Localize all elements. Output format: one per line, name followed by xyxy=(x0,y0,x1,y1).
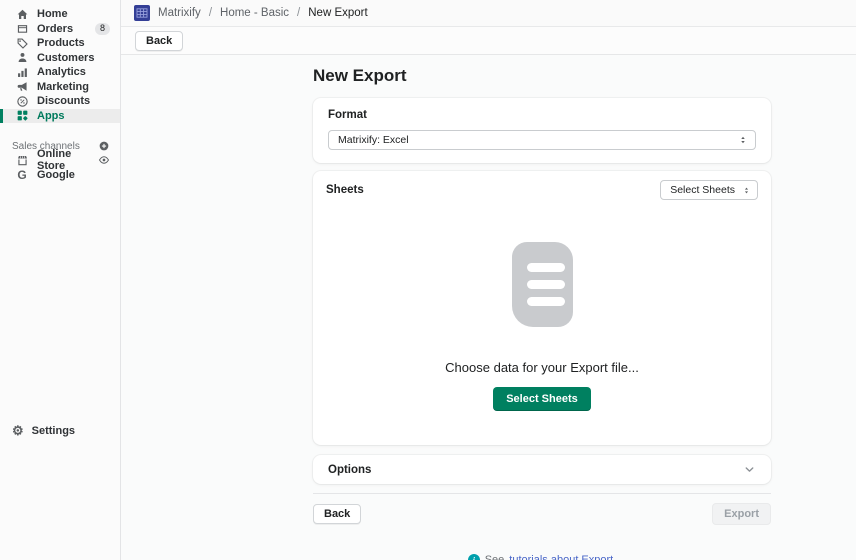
breadcrumb-current-page: New Export xyxy=(308,7,367,19)
sheets-label: Sheets xyxy=(326,184,364,196)
apps-icon xyxy=(15,109,29,123)
options-label: Options xyxy=(328,464,371,476)
sidebar-item-orders[interactable]: Orders 8 xyxy=(0,22,120,37)
marketing-icon xyxy=(15,80,29,94)
sidebar-item-label: Settings xyxy=(32,425,75,437)
matrixify-logo-icon xyxy=(134,5,150,21)
options-card[interactable]: Options xyxy=(313,455,771,484)
google-icon: G xyxy=(15,168,29,182)
breadcrumb-home-basic[interactable]: Home - Basic xyxy=(220,7,289,19)
format-label: Format xyxy=(328,109,756,121)
sheets-card: Sheets Select Sheets Choose data for xyxy=(313,171,771,445)
home-icon xyxy=(15,7,29,21)
main-navigation: Home Orders 8 Products Customers A xyxy=(0,0,120,182)
breadcrumb-separator: / xyxy=(209,7,212,19)
sidebar-item-apps[interactable]: Apps xyxy=(0,109,120,124)
products-icon xyxy=(15,36,29,50)
format-select[interactable]: Matrixify: Excel xyxy=(328,130,756,150)
updown-caret-icon xyxy=(738,134,748,146)
sidebar-item-label: Orders xyxy=(37,23,73,35)
sidebar: Home Orders 8 Products Customers A xyxy=(0,0,121,560)
sidebar-item-label: Customers xyxy=(37,52,94,64)
sheets-empty-message: Choose data for your Export file... xyxy=(445,360,639,375)
info-icon: i xyxy=(468,554,480,560)
sidebar-item-label: Analytics xyxy=(37,66,86,78)
export-button[interactable]: Export xyxy=(712,503,771,525)
sidebar-item-google[interactable]: G Google xyxy=(0,168,120,183)
tutorials-link[interactable]: tutorials about Export. xyxy=(509,554,616,560)
add-channel-icon[interactable] xyxy=(97,140,110,153)
sidebar-item-label: Google xyxy=(37,169,75,181)
gear-icon: ⚙ xyxy=(12,424,24,438)
back-toolbar: Back xyxy=(121,27,856,55)
sidebar-item-label: Marketing xyxy=(37,81,89,93)
breadcrumb-separator: / xyxy=(297,7,300,19)
footer-divider xyxy=(313,493,771,494)
back-button-bottom[interactable]: Back xyxy=(313,504,361,524)
customers-icon xyxy=(15,51,29,65)
help-prefix: See xyxy=(485,554,505,560)
store-icon xyxy=(15,153,29,167)
select-sheets-button[interactable]: Select Sheets xyxy=(493,387,591,411)
select-sheets-dropdown-label: Select Sheets xyxy=(670,184,735,196)
sidebar-item-online-store[interactable]: Online Store xyxy=(0,153,120,168)
sidebar-item-label: Home xyxy=(37,8,68,20)
chevron-down-icon xyxy=(743,463,756,476)
sidebar-item-analytics[interactable]: Analytics xyxy=(0,65,120,80)
breadcrumb-app-name[interactable]: Matrixify xyxy=(158,7,201,19)
sidebar-item-label: Products xyxy=(37,37,85,49)
back-button-top[interactable]: Back xyxy=(135,31,183,51)
help-footer: i See tutorials about Export. xyxy=(313,554,771,560)
page-title: New Export xyxy=(313,66,771,86)
footer-actions: Back Export xyxy=(313,503,771,525)
eye-icon[interactable] xyxy=(98,154,110,167)
format-card: Format Matrixify: Excel xyxy=(313,98,771,163)
select-sheets-dropdown[interactable]: Select Sheets xyxy=(660,180,758,200)
sidebar-item-label: Apps xyxy=(37,110,65,122)
app-breadcrumb-bar: Matrixify / Home - Basic / New Export xyxy=(121,0,856,27)
main-area: Matrixify / Home - Basic / New Export Ba… xyxy=(121,0,856,560)
sidebar-item-marketing[interactable]: Marketing xyxy=(0,80,120,95)
orders-count-badge: 8 xyxy=(95,23,110,35)
updown-caret-icon xyxy=(742,185,751,196)
sidebar-item-settings[interactable]: ⚙ Settings xyxy=(0,423,120,438)
sidebar-item-label: Discounts xyxy=(37,95,90,107)
format-selected-value: Matrixify: Excel xyxy=(338,134,409,146)
analytics-icon xyxy=(15,65,29,79)
sidebar-item-customers[interactable]: Customers xyxy=(0,51,120,66)
sidebar-item-products[interactable]: Products xyxy=(0,36,120,51)
page-content: New Export Format Matrixify: Excel Sheet… xyxy=(121,55,856,560)
sidebar-item-home[interactable]: Home xyxy=(0,7,120,22)
document-illustration-icon xyxy=(512,242,573,327)
orders-icon xyxy=(15,22,29,36)
discounts-icon xyxy=(15,94,29,108)
sidebar-item-discounts[interactable]: Discounts xyxy=(0,94,120,109)
